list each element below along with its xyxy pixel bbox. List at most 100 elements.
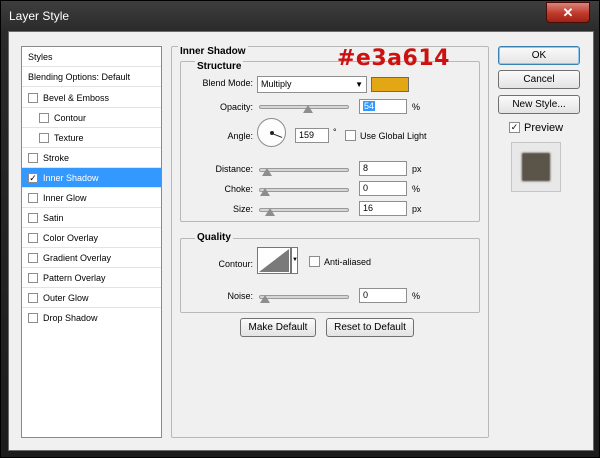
make-default-button[interactable]: Make Default <box>240 318 316 337</box>
size-value: 16 <box>363 203 374 213</box>
ok-button[interactable]: OK <box>498 46 580 65</box>
angle-dial[interactable] <box>257 118 286 147</box>
style-item-label: Color Overlay <box>43 233 99 243</box>
style-item-label: Texture <box>54 133 84 143</box>
opacity-label: Opacity: <box>219 102 253 112</box>
style-item-label: Outer Glow <box>43 293 89 303</box>
structure-group: Structure Blend Mode: Multiply ▼ Opacity… <box>180 61 480 222</box>
contour-label: Contour: <box>218 259 253 269</box>
style-item-inner-shadow[interactable]: ✓ Inner Shadow <box>22 168 161 188</box>
quality-group: Quality Contour: ▼ Anti-aliased Noise: 0… <box>180 232 480 313</box>
cancel-button[interactable]: Cancel <box>498 70 580 89</box>
choke-input[interactable]: 0 <box>359 181 407 196</box>
style-item-contour[interactable]: Contour <box>22 108 161 128</box>
contour-picker[interactable] <box>257 247 291 274</box>
angle-value: 159 <box>299 130 315 140</box>
choke-slider[interactable] <box>259 188 349 196</box>
distance-slider[interactable] <box>259 168 349 176</box>
noise-input[interactable]: 0 <box>359 288 407 303</box>
style-item-outer-glow[interactable]: Outer Glow <box>22 288 161 308</box>
drop-shadow-checkbox[interactable] <box>28 313 38 323</box>
global-light-checkbox[interactable] <box>345 130 356 141</box>
noise-slider[interactable] <box>259 295 349 303</box>
anti-aliased-checkbox[interactable] <box>309 256 320 267</box>
layer-style-dialog: Layer Style ✕ Styles Blending Options: D… <box>0 0 600 458</box>
satin-checkbox[interactable] <box>28 213 38 223</box>
distance-slider-thumb[interactable] <box>262 168 273 176</box>
style-item-texture[interactable]: Texture <box>22 128 161 148</box>
style-item-color-overlay[interactable]: Color Overlay <box>22 228 161 248</box>
style-item-satin[interactable]: Satin <box>22 208 161 228</box>
chevron-down-icon: ▼ <box>355 80 363 89</box>
outer-glow-checkbox[interactable] <box>28 293 38 303</box>
style-item-bevel-emboss[interactable]: Bevel & Emboss <box>22 88 161 108</box>
angle-label: Angle: <box>227 131 253 141</box>
global-light-label: Use Global Light <box>360 131 427 141</box>
window-title: Layer Style <box>9 9 70 23</box>
blend-mode-label: Blend Mode: <box>202 78 253 88</box>
quality-title: Quality <box>195 232 233 243</box>
pattern-overlay-checkbox[interactable] <box>28 273 38 283</box>
dialog-body: Styles Blending Options: Default Bevel &… <box>8 31 594 451</box>
blend-mode-value: Multiply <box>261 79 292 89</box>
choke-slider-thumb[interactable] <box>260 188 270 196</box>
color-overlay-checkbox[interactable] <box>28 233 38 243</box>
inner-shadow-panel: Inner Shadow Structure Blend Mode: Multi… <box>171 46 489 438</box>
checkmark-icon: ✓ <box>29 173 37 183</box>
size-label: Size: <box>232 204 253 214</box>
texture-checkbox[interactable] <box>39 133 49 143</box>
style-item-label: Pattern Overlay <box>43 273 106 283</box>
style-item-pattern-overlay[interactable]: Pattern Overlay <box>22 268 161 288</box>
opacity-unit: % <box>412 102 421 112</box>
contour-dropdown[interactable]: ▼ <box>291 247 298 274</box>
title-bar[interactable]: Layer Style ✕ <box>1 1 600 31</box>
gradient-overlay-checkbox[interactable] <box>28 253 38 263</box>
bevel-emboss-checkbox[interactable] <box>28 93 38 103</box>
preview-swatch <box>523 154 549 180</box>
style-item-label: Drop Shadow <box>43 313 98 323</box>
style-item-label: Stroke <box>43 153 70 163</box>
angle-unit: ° <box>333 127 337 137</box>
style-item-inner-glow[interactable]: Inner Glow <box>22 188 161 208</box>
preview-checkbox[interactable]: ✓ <box>509 122 520 133</box>
stroke-checkbox[interactable] <box>28 153 38 163</box>
size-slider[interactable] <box>259 208 349 216</box>
inner-shadow-title: Inner Shadow <box>178 46 248 57</box>
styles-header[interactable]: Styles <box>22 47 161 67</box>
style-item-label: Bevel & Emboss <box>43 93 110 103</box>
style-item-stroke[interactable]: Stroke <box>22 148 161 168</box>
distance-unit: px <box>412 164 422 174</box>
opacity-slider[interactable] <box>259 105 349 113</box>
noise-unit: % <box>412 291 421 301</box>
inner-shadow-checkbox[interactable]: ✓ <box>28 173 38 183</box>
checkmark-icon: ✓ <box>510 122 519 132</box>
opacity-value: 54 <box>363 101 376 111</box>
distance-label: Distance: <box>215 164 253 174</box>
blend-mode-select[interactable]: Multiply ▼ <box>257 76 367 93</box>
opacity-slider-thumb[interactable] <box>303 105 314 113</box>
angle-input[interactable]: 159 <box>295 128 329 143</box>
size-unit: px <box>412 204 422 214</box>
structure-title: Structure <box>195 61 244 72</box>
shadow-color-swatch[interactable] <box>371 77 409 92</box>
anti-aliased-label: Anti-aliased <box>324 257 372 267</box>
new-style-button[interactable]: New Style... <box>498 95 580 114</box>
noise-label: Noise: <box>227 291 253 301</box>
choke-value: 0 <box>363 183 369 193</box>
contour-curve-icon <box>259 249 289 272</box>
reset-to-default-button[interactable]: Reset to Default <box>326 318 414 337</box>
contour-checkbox[interactable] <box>39 113 49 123</box>
noise-slider-thumb[interactable] <box>260 295 270 303</box>
distance-input[interactable]: 8 <box>359 161 407 176</box>
blending-options-item[interactable]: Blending Options: Default <box>22 67 161 87</box>
close-button[interactable]: ✕ <box>546 2 590 23</box>
noise-value: 0 <box>363 290 369 300</box>
style-item-label: Gradient Overlay <box>43 253 112 263</box>
size-slider-thumb[interactable] <box>264 208 275 216</box>
style-item-drop-shadow[interactable]: Drop Shadow <box>22 308 161 328</box>
size-input[interactable]: 16 <box>359 201 407 216</box>
styles-list: Styles Blending Options: Default Bevel &… <box>21 46 162 438</box>
opacity-input[interactable]: 54 <box>359 99 407 114</box>
style-item-gradient-overlay[interactable]: Gradient Overlay <box>22 248 161 268</box>
inner-glow-checkbox[interactable] <box>28 193 38 203</box>
